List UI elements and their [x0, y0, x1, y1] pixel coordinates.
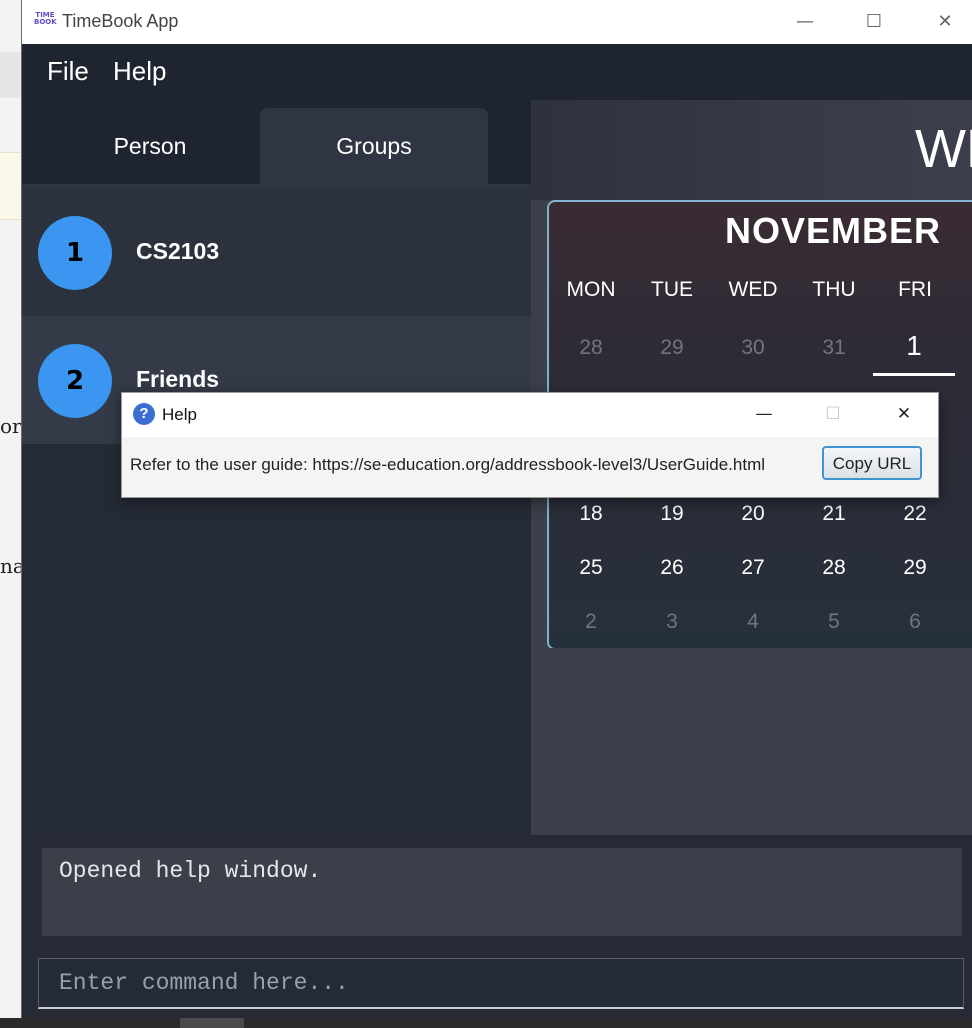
calendar-day[interactable]: 28	[551, 336, 631, 360]
app-logo-icon: TIME BOOK	[34, 11, 57, 26]
background-band	[0, 52, 22, 98]
calendar-day[interactable]: 22	[875, 502, 955, 526]
calendar-day[interactable]: 20	[713, 502, 793, 526]
calendar-day[interactable]: 30	[713, 336, 793, 360]
window-title: TimeBook App	[62, 11, 179, 31]
menu-bar: File Help	[22, 44, 972, 101]
calendar-day[interactable]: 29	[875, 556, 955, 580]
result-text: Opened help window.	[59, 858, 322, 884]
group-name: Friends	[136, 366, 220, 392]
calendar-day[interactable]: 28	[794, 556, 874, 580]
calendar-month: NOVEMBER	[725, 210, 942, 251]
group-card[interactable]: 1 CS2103	[22, 188, 531, 316]
help-dialog: ? Help — ☐ ✕ Refer to the user guide: ht…	[121, 392, 939, 498]
calendar-dow: MON	[566, 278, 616, 301]
calendar-day[interactable]: 5	[794, 610, 874, 634]
background-highlight	[0, 152, 22, 220]
calendar-dow: FRI	[898, 278, 932, 301]
calendar-day[interactable]: 29	[632, 336, 712, 360]
minimize-icon[interactable]: —	[749, 401, 779, 427]
schedule-heading: WE	[915, 119, 972, 179]
calendar-day[interactable]: 25	[551, 556, 631, 580]
help-question-icon: ?	[133, 403, 155, 425]
menu-file[interactable]: File	[47, 56, 89, 87]
tab-person[interactable]: Person	[36, 108, 264, 184]
today-indicator	[873, 373, 955, 376]
copy-url-button[interactable]: Copy URL	[822, 446, 922, 480]
calendar-day-today[interactable]: 1	[874, 330, 954, 362]
calendar-dow: TUE	[651, 278, 693, 301]
maximize-icon: ☐	[825, 404, 841, 424]
close-icon[interactable]: ✕	[889, 401, 919, 427]
window-titlebar[interactable]: TIME BOOK TimeBook App — ☐ ✕	[22, 0, 972, 44]
result-display: Opened help window.	[42, 848, 962, 936]
calendar-day[interactable]: 4	[713, 610, 793, 634]
calendar-dow: WED	[728, 278, 778, 301]
schedule-body	[531, 648, 972, 835]
command-box	[38, 958, 972, 1009]
calendar-day[interactable]: 21	[794, 502, 874, 526]
group-index-badge: 1	[38, 216, 112, 290]
calendar-day[interactable]: 19	[632, 502, 712, 526]
background-text-fragment: or	[0, 414, 22, 438]
tab-header: Person Groups	[22, 100, 531, 184]
background-window: or nat	[0, 0, 33, 1028]
tab-groups[interactable]: Groups	[260, 108, 488, 184]
help-message: Refer to the user guide: https://se-educ…	[130, 455, 766, 474]
calendar-day[interactable]: 18	[551, 502, 631, 526]
group-index-badge: 2	[38, 344, 112, 418]
taskbar	[0, 1018, 972, 1028]
calendar-day[interactable]: 6	[875, 610, 955, 634]
minimize-icon[interactable]: —	[790, 8, 820, 36]
main-window: TIME BOOK TimeBook App — ☐ ✕ File Help P…	[21, 0, 972, 1018]
group-name: CS2103	[136, 238, 220, 264]
calendar-day[interactable]: 31	[794, 336, 874, 360]
close-icon[interactable]: ✕	[930, 8, 960, 36]
calendar-dow: THU	[812, 278, 856, 301]
help-dialog-title: Help	[162, 405, 197, 424]
schedule-header: WE	[531, 100, 972, 200]
help-dialog-titlebar[interactable]: ? Help — ☐ ✕	[122, 393, 938, 437]
command-input[interactable]	[39, 959, 972, 1007]
taskbar-item[interactable]	[180, 1018, 244, 1028]
calendar-day[interactable]: 2	[551, 610, 631, 634]
calendar-day[interactable]: 27	[713, 556, 793, 580]
calendar-day[interactable]: 3	[632, 610, 712, 634]
menu-help[interactable]: Help	[113, 56, 166, 87]
maximize-icon[interactable]: ☐	[859, 8, 889, 36]
calendar-day[interactable]: 26	[632, 556, 712, 580]
